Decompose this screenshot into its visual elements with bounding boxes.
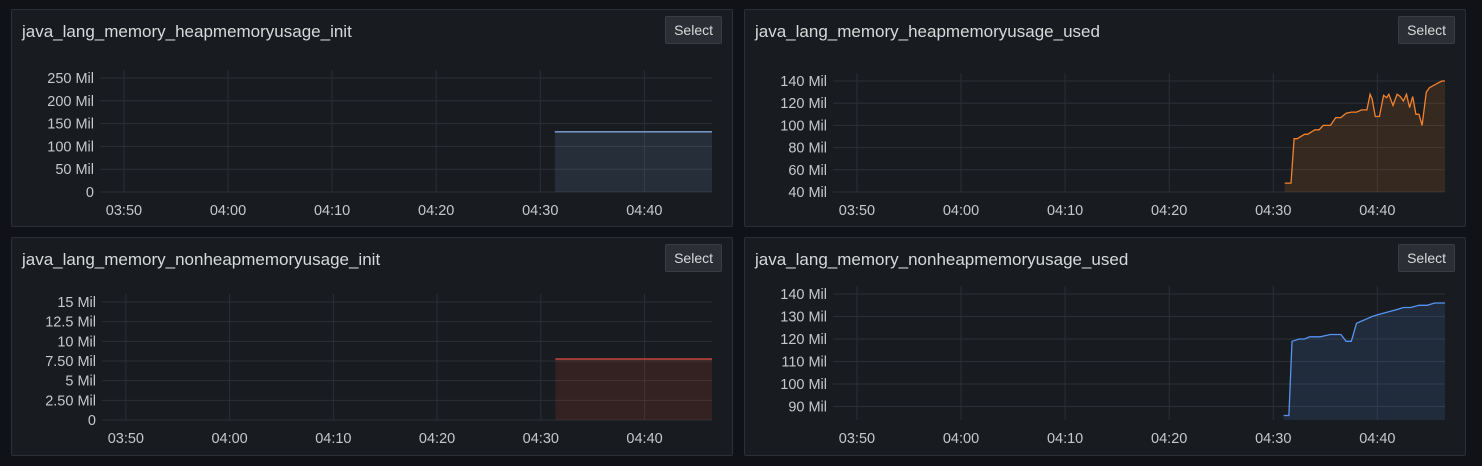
y-tick-label: 110 Mil bbox=[781, 355, 827, 371]
x-tick-label: 04:40 bbox=[1359, 203, 1395, 219]
y-tick-label: 90 Mil bbox=[788, 400, 827, 416]
x-tick-label: 04:20 bbox=[418, 203, 454, 219]
y-tick-label: 140 Mil bbox=[780, 74, 827, 90]
panel-heap-used: java_lang_memory_heapmemoryusage_used Se… bbox=[744, 9, 1466, 227]
x-tick-label: 04:20 bbox=[419, 431, 455, 447]
chart[interactable]: 90 Mil 100 Mil 110 Mil 120 Mil 130 Mil 140 Mi… bbox=[745, 238, 1467, 457]
y-tick-label: 50 Mil bbox=[55, 162, 94, 178]
x-tick-label: 03:50 bbox=[839, 431, 875, 447]
y-tick-label: 0 bbox=[88, 413, 96, 429]
y-tick-label: 2.50 Mil bbox=[45, 393, 96, 409]
panel-nonheap-init: java_lang_memory_nonheapmemoryusage_init… bbox=[11, 237, 733, 456]
y-tick-label: 120 Mil bbox=[780, 332, 827, 348]
y-tick-label: 150 Mil bbox=[47, 117, 94, 133]
panel-heap-init: java_lang_memory_heapmemoryusage_init Se… bbox=[11, 9, 733, 227]
y-tick-label: 250 Mil bbox=[47, 71, 94, 87]
y-tick-label: 200 Mil bbox=[47, 94, 94, 110]
panel-nonheap-used: java_lang_memory_nonheapmemoryusage_used… bbox=[744, 237, 1466, 456]
x-tick-label: 04:30 bbox=[523, 431, 559, 447]
y-tick-label: 100 Mil bbox=[780, 377, 827, 393]
y-tick-label: 7.50 Mil bbox=[45, 354, 96, 370]
y-tick-label: 40 Mil bbox=[788, 185, 827, 201]
y-tick-label: 100 Mil bbox=[47, 139, 94, 155]
x-tick-label: 04:00 bbox=[210, 203, 246, 219]
x-tick-label: 04:00 bbox=[943, 203, 979, 219]
x-tick-label: 03:50 bbox=[108, 431, 144, 447]
x-tick-label: 03:50 bbox=[106, 203, 142, 219]
x-tick-label: 04:10 bbox=[1047, 203, 1083, 219]
y-tick-label: 60 Mil bbox=[788, 163, 827, 179]
y-tick-label: 130 Mil bbox=[780, 310, 827, 326]
x-tick-label: 04:40 bbox=[626, 203, 662, 219]
x-tick-label: 04:10 bbox=[314, 203, 350, 219]
x-tick-label: 04:30 bbox=[1255, 203, 1291, 219]
y-tick-label: 5 Mil bbox=[65, 374, 96, 390]
x-tick-label: 04:40 bbox=[626, 431, 662, 447]
x-tick-label: 04:00 bbox=[211, 431, 247, 447]
x-tick-label: 04:30 bbox=[1255, 431, 1291, 447]
y-tick-label: 15 Mil bbox=[57, 295, 96, 311]
x-tick-label: 04:20 bbox=[1151, 203, 1187, 219]
y-tick-label: 12.5 Mil bbox=[45, 315, 96, 331]
chart[interactable]: 40 Mil 60 Mil 80 Mil 100 Mil 120 Mil 140 Mil 0… bbox=[745, 10, 1467, 228]
x-tick-label: 03:50 bbox=[839, 203, 875, 219]
chart[interactable]: 0 50 Mil 100 Mil 150 Mil 200 Mil 250 Mil 03:50… bbox=[12, 10, 734, 228]
y-tick-label: 10 Mil bbox=[57, 334, 96, 350]
x-tick-label: 04:00 bbox=[943, 431, 979, 447]
x-tick-label: 04:20 bbox=[1151, 431, 1187, 447]
series-area bbox=[1284, 81, 1445, 192]
series-area bbox=[555, 359, 712, 420]
x-tick-label: 04:40 bbox=[1359, 431, 1395, 447]
y-tick-label: 100 Mil bbox=[780, 118, 827, 134]
y-tick-label: 120 Mil bbox=[780, 96, 827, 112]
y-tick-label: 0 bbox=[86, 185, 94, 201]
chart[interactable]: 0 2.50 Mil 5 Mil 7.50 Mil 10 Mil 12.5 Mil 15 M… bbox=[12, 238, 734, 457]
y-tick-label: 80 Mil bbox=[788, 141, 827, 157]
x-tick-label: 04:30 bbox=[522, 203, 558, 219]
x-tick-label: 04:10 bbox=[1047, 431, 1083, 447]
x-tick-label: 04:10 bbox=[315, 431, 351, 447]
y-tick-label: 140 Mil bbox=[780, 287, 827, 303]
series-area bbox=[554, 131, 712, 192]
